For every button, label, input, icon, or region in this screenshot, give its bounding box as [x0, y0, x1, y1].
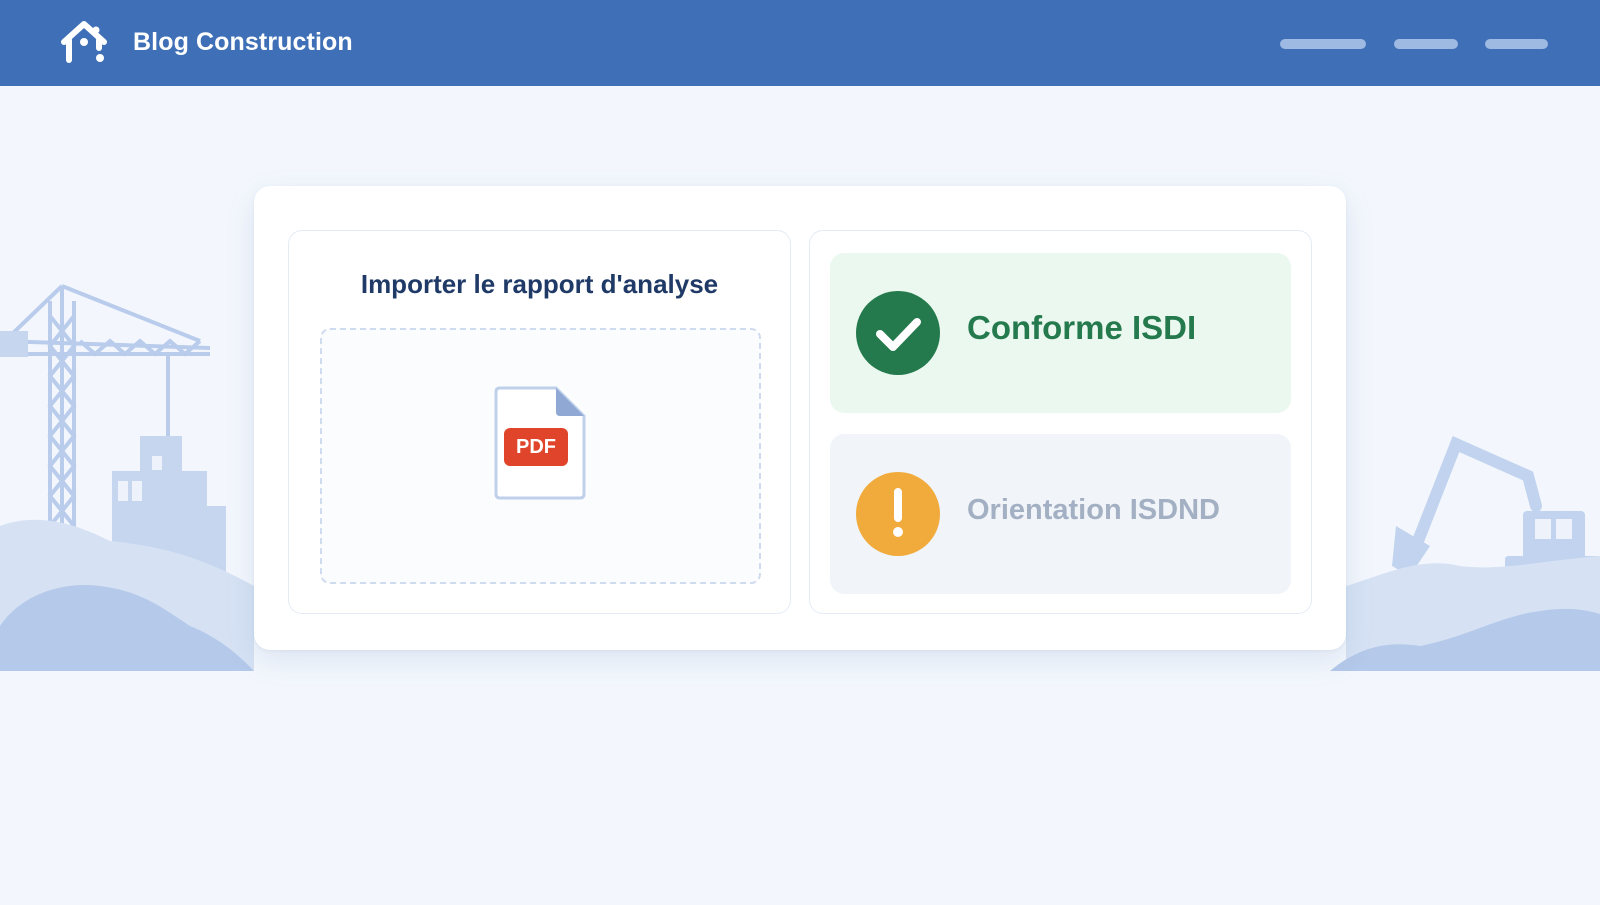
status-orientation-label: Orientation ISDND [967, 494, 1220, 526]
upload-panel: Importer le rapport d'analyse PDF [288, 230, 791, 614]
nav-item-2[interactable] [1394, 39, 1458, 49]
nav-item-3[interactable] [1485, 39, 1548, 49]
status-compliant-label: Conforme ISDI [967, 309, 1197, 346]
check-circle-icon [856, 291, 940, 375]
pdf-file-icon: PDF [492, 384, 588, 502]
results-panel: Conforme ISDI Orientation ISDND [809, 230, 1312, 614]
top-header: Blog Construction [0, 0, 1600, 86]
upload-title: Importer le rapport d'analyse [360, 269, 719, 299]
house-icon[interactable] [60, 20, 110, 64]
nav-item-1[interactable] [1280, 39, 1366, 49]
ground-mounds-right [1330, 556, 1600, 671]
pdf-badge: PDF [504, 428, 568, 466]
status-compliant[interactable]: Conforme ISDI [830, 253, 1291, 413]
analysis-card: Importer le rapport d'analyse PDF Confor… [254, 186, 1346, 650]
exclamation-circle-icon [856, 472, 940, 556]
file-dropzone[interactable]: PDF [320, 328, 761, 584]
brand-title[interactable]: Blog Construction [133, 28, 353, 57]
excavator-illustration [1398, 435, 1542, 562]
status-orientation[interactable]: Orientation ISDND [830, 434, 1291, 594]
